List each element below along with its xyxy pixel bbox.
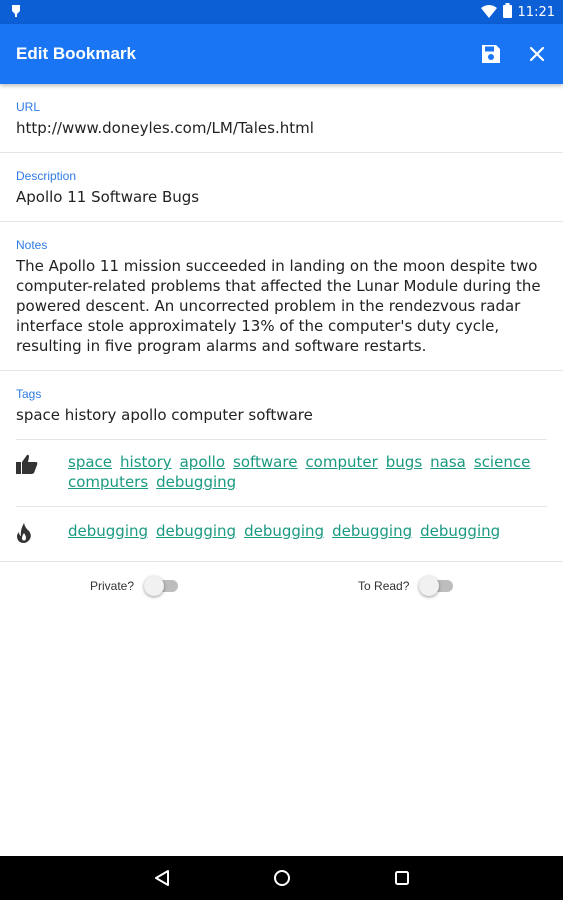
tag-link[interactable]: software bbox=[233, 452, 297, 472]
private-label: Private? bbox=[90, 579, 135, 593]
private-switch[interactable] bbox=[144, 576, 180, 596]
description-field[interactable]: Description Apollo 11 Software Bugs bbox=[0, 153, 563, 207]
tags-input[interactable]: space history apollo computer software bbox=[16, 405, 547, 425]
bookmark-form: URL http://www.doneyles.com/LM/Tales.htm… bbox=[0, 84, 563, 596]
tag-link[interactable]: debugging bbox=[68, 521, 148, 541]
url-label: URL bbox=[16, 100, 41, 114]
switch-thumb bbox=[419, 576, 440, 596]
thumbs-up-icon bbox=[16, 452, 68, 478]
save-icon[interactable] bbox=[479, 42, 503, 66]
wifi-icon bbox=[480, 3, 497, 22]
fire-icon bbox=[16, 521, 68, 547]
description-label: Description bbox=[16, 169, 77, 183]
back-icon[interactable] bbox=[102, 856, 222, 900]
tags-label: Tags bbox=[16, 387, 42, 401]
tag-link[interactable]: history bbox=[120, 452, 172, 472]
tag-link[interactable]: computer bbox=[305, 452, 377, 472]
notes-field[interactable]: Notes The Apollo 11 mission succeeded in… bbox=[0, 222, 563, 356]
tag-link[interactable]: debugging bbox=[420, 521, 500, 541]
tag-link[interactable]: apollo bbox=[180, 452, 225, 472]
tags-field[interactable]: Tags space history apollo computer softw… bbox=[0, 371, 563, 425]
tag-link[interactable]: space bbox=[68, 452, 112, 472]
url-input[interactable]: http://www.doneyles.com/LM/Tales.html bbox=[16, 118, 547, 138]
tag-link[interactable]: debugging bbox=[332, 521, 412, 541]
to-read-label: To Read? bbox=[358, 579, 410, 593]
notification-icon bbox=[10, 3, 22, 22]
description-input[interactable]: Apollo 11 Software Bugs bbox=[16, 187, 547, 207]
close-icon[interactable] bbox=[525, 42, 549, 66]
tag-link[interactable]: bugs bbox=[386, 452, 422, 472]
url-field[interactable]: URL http://www.doneyles.com/LM/Tales.htm… bbox=[0, 84, 563, 138]
to-read-toggle-group: To Read? bbox=[358, 576, 455, 596]
notes-input[interactable]: The Apollo 11 mission succeeded in landi… bbox=[16, 256, 547, 356]
to-read-switch[interactable] bbox=[419, 576, 455, 596]
tag-link[interactable]: debugging bbox=[156, 521, 236, 541]
private-toggle-group: Private? bbox=[90, 576, 180, 596]
tag-link[interactable]: science bbox=[474, 452, 530, 472]
notes-label: Notes bbox=[16, 238, 48, 252]
battery-icon bbox=[502, 2, 512, 22]
page-title: Edit Bookmark bbox=[16, 44, 136, 63]
popular-tags: debugging debugging debugging debugging … bbox=[68, 521, 547, 541]
app-bar: Edit Bookmark bbox=[0, 24, 563, 84]
popular-tags-row: debugging debugging debugging debugging … bbox=[0, 507, 563, 547]
tag-link[interactable]: debugging bbox=[244, 521, 324, 541]
navigation-bar bbox=[0, 856, 563, 900]
home-icon[interactable] bbox=[222, 856, 342, 900]
clock: 11:21 bbox=[517, 4, 555, 20]
toggle-row: Private? To Read? bbox=[0, 562, 563, 596]
suggested-tags-row: space history apollo software computer b… bbox=[0, 440, 563, 492]
status-bar: 11:21 bbox=[0, 0, 563, 24]
tag-link[interactable]: computers bbox=[68, 472, 148, 492]
recents-icon[interactable] bbox=[342, 856, 462, 900]
tag-link[interactable]: nasa bbox=[430, 452, 466, 472]
suggested-tags: space history apollo software computer b… bbox=[68, 452, 547, 492]
switch-thumb bbox=[144, 576, 165, 596]
tag-link[interactable]: debugging bbox=[156, 472, 236, 492]
